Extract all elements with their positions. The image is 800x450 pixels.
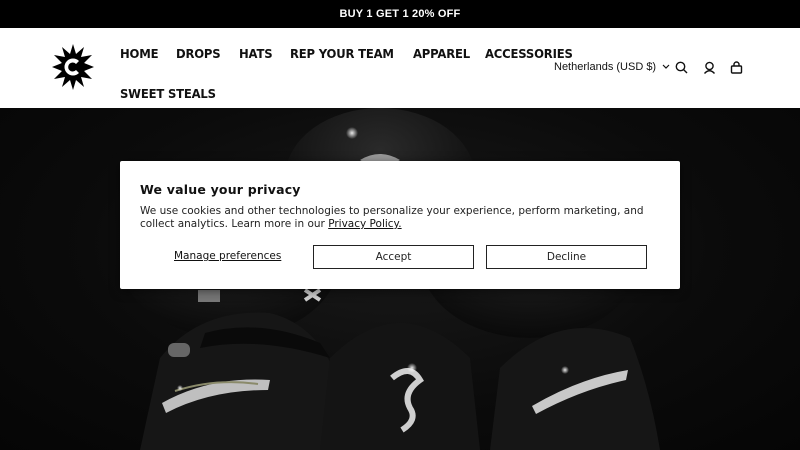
consent-description: We use cookies and other technologies to…	[140, 205, 660, 231]
country-selector[interactable]: Netherlands (USD $)	[554, 61, 670, 73]
nav-item-sweet-steals[interactable]: SWEET STEALS	[120, 86, 216, 101]
decline-button[interactable]: Decline	[486, 245, 647, 269]
manage-preferences-link[interactable]: Manage preferences	[174, 250, 281, 262]
nav-item-apparel[interactable]: APPAREL	[413, 46, 470, 61]
consent-title: We value your privacy	[140, 182, 301, 197]
announcement-text: BUY 1 GET 1 20% OFF	[339, 8, 461, 20]
country-selector-label: Netherlands (USD $)	[554, 61, 657, 73]
logo-icon[interactable]	[52, 44, 94, 90]
chevron-down-icon	[662, 64, 670, 69]
cart-icon[interactable]	[730, 61, 744, 75]
nav-item-home[interactable]: HOME	[120, 46, 159, 61]
accept-button[interactable]: Accept	[313, 245, 474, 269]
nav-item-rep-your-team[interactable]: REP YOUR TEAM	[290, 46, 394, 61]
privacy-policy-link[interactable]: Privacy Policy.	[328, 218, 401, 230]
privacy-consent-dialog: We value your privacy We use cookies and…	[120, 161, 680, 289]
nav-item-accessories[interactable]: ACCESSORIES	[485, 46, 573, 61]
account-icon[interactable]	[703, 61, 717, 75]
nav-item-hats[interactable]: HATS	[239, 46, 273, 61]
nav-item-drops[interactable]: DROPS	[176, 46, 221, 61]
site-header: HOME DROPS HATS REP YOUR TEAM APPAREL AC…	[0, 28, 800, 108]
announcement-bar: BUY 1 GET 1 20% OFF	[0, 0, 800, 28]
search-icon[interactable]	[675, 61, 689, 75]
